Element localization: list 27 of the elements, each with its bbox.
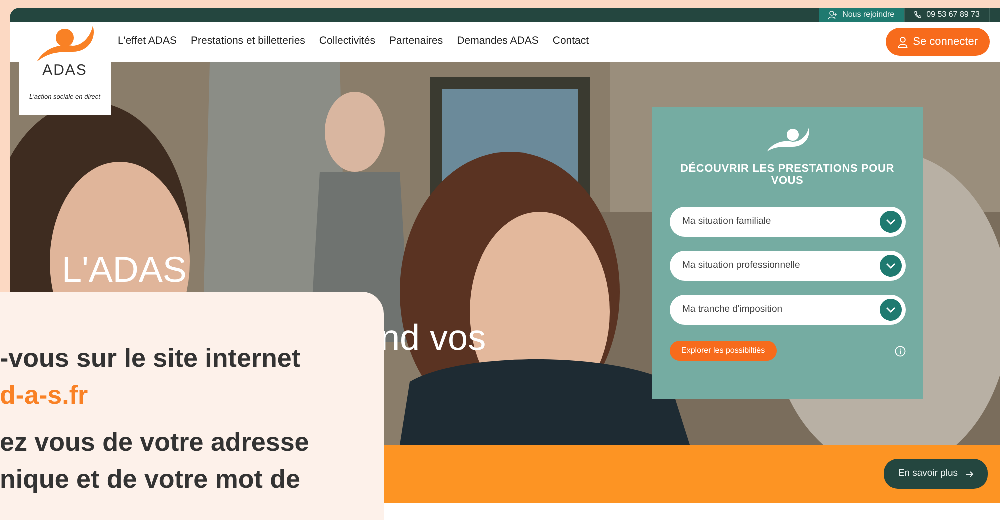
nav-link[interactable]: Partenaires	[389, 34, 444, 50]
nav-link[interactable]: L'effet ADAS	[118, 34, 178, 50]
join-link[interactable]: Nous rejoindre	[818, 8, 905, 22]
nav-link[interactable]: Demandes ADAS	[457, 34, 539, 50]
user-icon	[898, 36, 908, 48]
logo-text: ADAS	[42, 61, 88, 81]
chevron-down-icon	[880, 211, 902, 234]
popup-text: -vous sur le site internet	[0, 343, 301, 373]
hero-title: L'ADAS	[62, 252, 187, 288]
chevron-down-icon	[880, 299, 902, 322]
popup-text: nique et de votre mot de	[0, 464, 300, 494]
chevron-down-icon	[880, 255, 902, 278]
select-field[interactable]: Ma situation professionnelle	[670, 251, 906, 282]
nav-link[interactable]: Prestations et billetteries	[191, 34, 306, 50]
finder-title: DÉCOUVRIR LES PRESTATIONS POUR VOUS	[680, 163, 896, 188]
arrow-right-icon	[966, 470, 974, 478]
phone-icon	[914, 11, 922, 19]
phone-link[interactable]: 09 53 67 89 73	[904, 8, 990, 22]
info-icon[interactable]	[894, 346, 906, 357]
select-field[interactable]: Ma situation familiale	[670, 207, 906, 238]
logo-icon	[764, 127, 810, 153]
nav-link[interactable]: Collectivités	[319, 34, 376, 50]
nav-link[interactable]: Contact	[552, 34, 590, 50]
user-add-icon	[828, 10, 838, 20]
select-field[interactable]: Ma tranche d'imposition	[670, 295, 906, 326]
learn-more-button[interactable]: En savoir plus	[884, 458, 988, 490]
popup-text: ez vous de votre adresse	[0, 427, 310, 457]
